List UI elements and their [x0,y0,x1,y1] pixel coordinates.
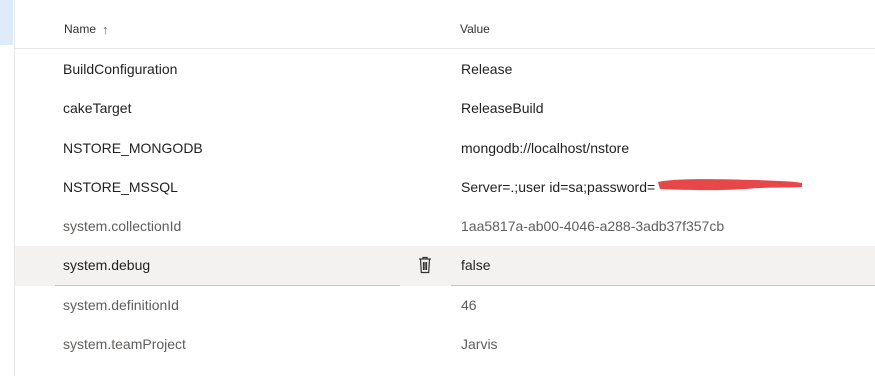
left-rail [0,0,15,376]
table-row[interactable]: system.collectionId 1aa5817a-ab00-4046-a… [15,207,875,246]
redaction-mark [658,178,802,191]
variable-name[interactable]: NSTORE_MONGODB [63,140,203,156]
variable-name[interactable]: system.debug [63,257,150,273]
table-body: BuildConfiguration Release cakeTarget Re… [15,50,875,364]
variable-value: 1aa5817a-ab00-4046-a288-3adb37f357cb [461,218,725,235]
variable-value[interactable]: mongodb://localhost/nstore [461,140,629,156]
column-header-value[interactable]: Value [460,22,490,36]
variable-value[interactable]: Release [461,61,512,77]
table-row[interactable]: NSTORE_MSSQL Server=.;user id=sa;passwor… [15,168,875,207]
table-row[interactable]: BuildConfiguration Release [15,50,875,89]
variable-value[interactable]: ReleaseBuild [461,100,544,116]
table-row[interactable]: system.teamProject Jarvis [15,325,875,364]
table-row[interactable]: system.debug false [15,246,875,286]
table-row[interactable]: cakeTarget ReleaseBuild [15,89,875,128]
selected-nav-accent [0,0,13,45]
column-header-name[interactable]: Name ↑ [64,22,109,36]
variable-name: system.definitionId [63,296,179,313]
variables-table: Name ↑ Value BuildConfiguration Release … [15,0,875,376]
variable-value[interactable]: Server=.;user id=sa;password= [461,179,655,195]
variables-panel: Name ↑ Value BuildConfiguration Release … [0,0,875,376]
table-row[interactable]: NSTORE_MONGODB mongodb://localhost/nstor… [15,129,875,168]
variable-value: Jarvis [461,336,498,353]
variable-name[interactable]: BuildConfiguration [63,61,177,77]
column-header-name-label: Name [64,22,97,36]
variable-value: 46 [461,296,477,313]
variable-name[interactable]: cakeTarget [63,100,131,116]
trash-icon[interactable] [416,255,434,275]
variable-value[interactable]: false [461,257,491,273]
sort-ascending-icon[interactable]: ↑ [102,23,109,36]
variable-name[interactable]: NSTORE_MSSQL [63,179,178,195]
table-header: Name ↑ Value [15,10,875,49]
variable-name: system.collectionId [63,218,182,235]
table-row[interactable]: system.definitionId 46 [15,286,875,325]
variable-name: system.teamProject [63,336,186,353]
